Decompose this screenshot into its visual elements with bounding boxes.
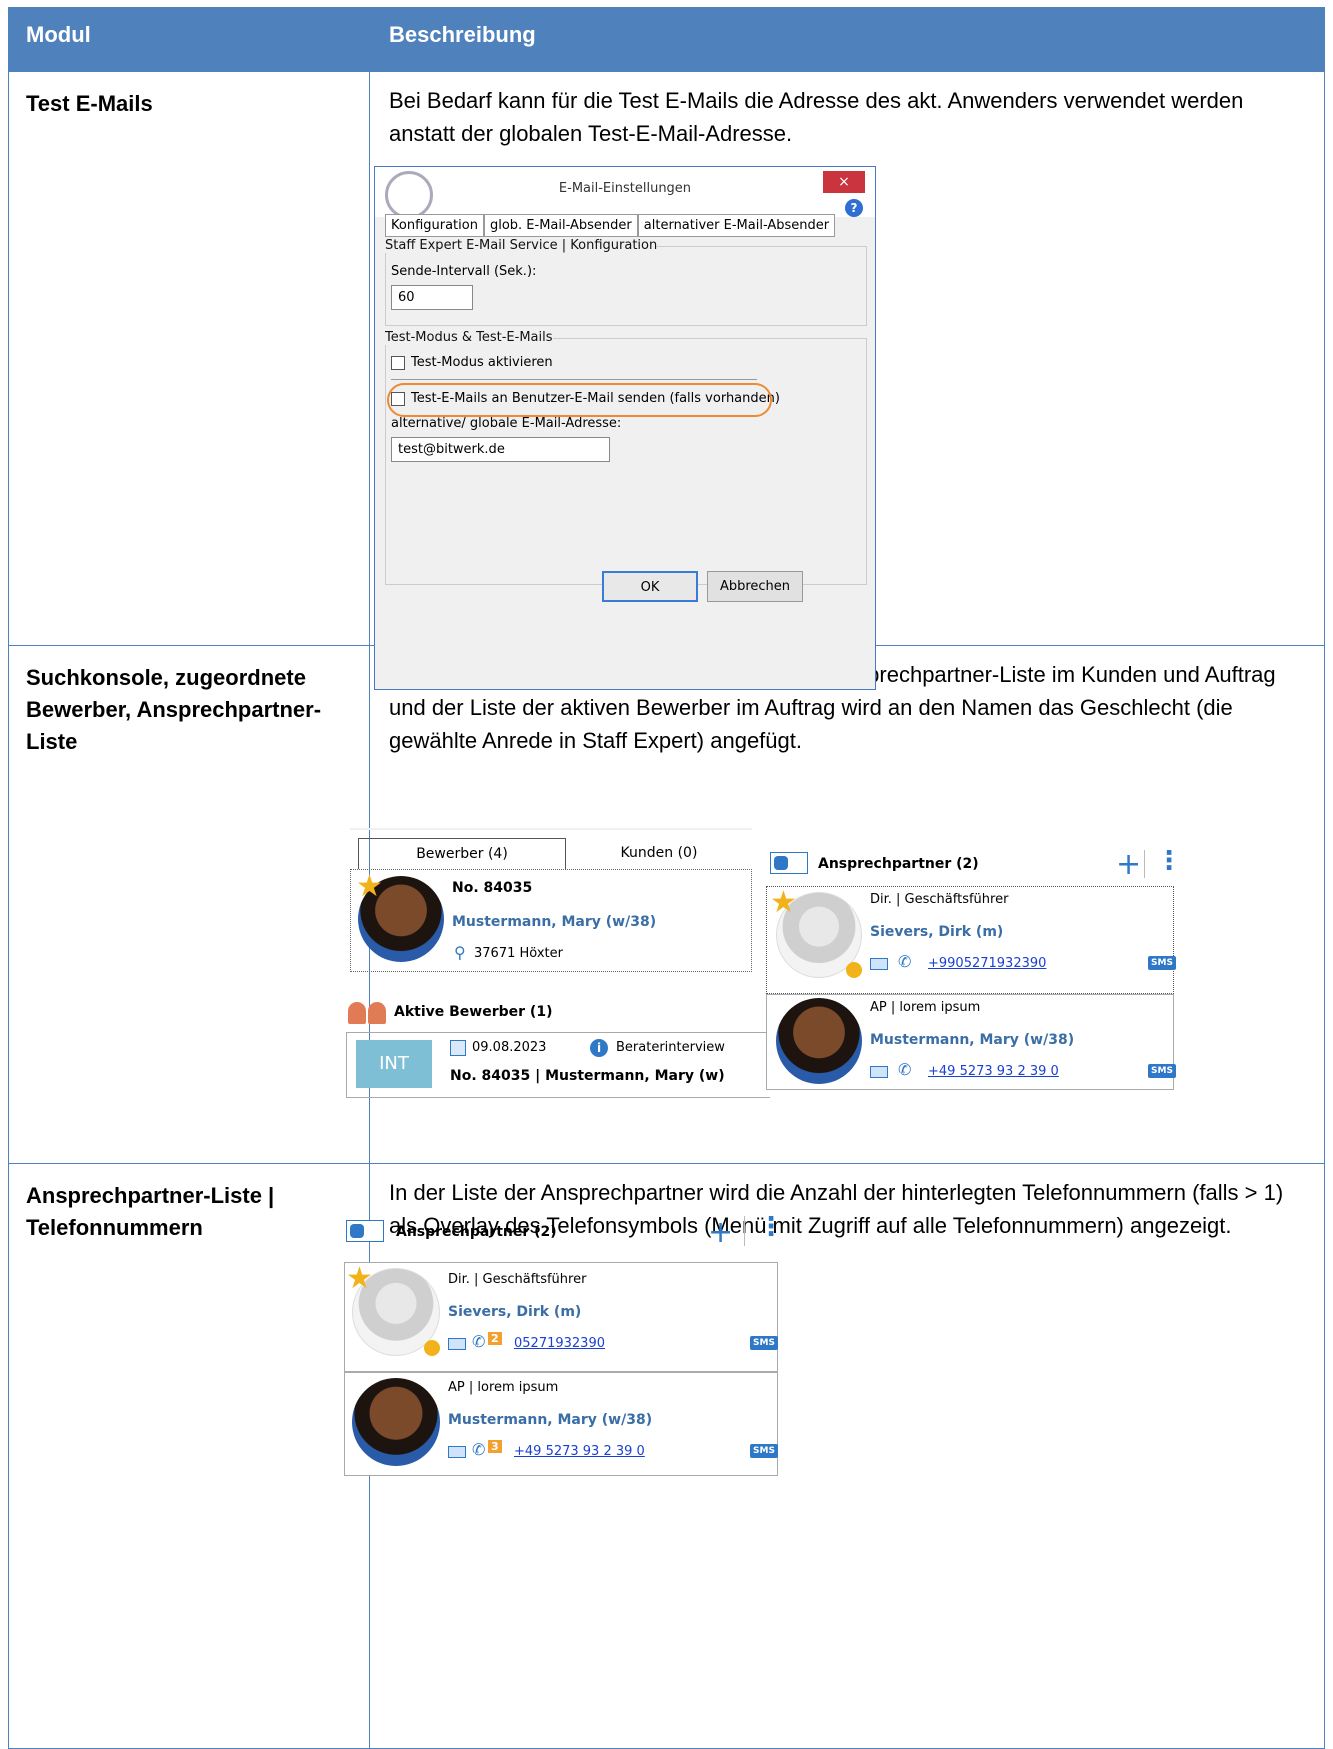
int-badge: INT <box>356 1040 432 1088</box>
test-mode-checkbox[interactable]: Test-Modus aktivieren <box>391 355 553 370</box>
email-icon[interactable] <box>448 1446 466 1458</box>
contact-card-icon <box>346 1220 384 1242</box>
interview-type: Beraterinterview <box>616 1040 725 1055</box>
phone-icon[interactable]: ✆ <box>898 1060 911 1079</box>
contacts-panel: Ansprechpartner (2) + ⋮ ★ Dir. | Geschäf… <box>766 846 1182 1118</box>
address-label: alternative/ globale E-Mail-Adresse: <box>391 416 622 431</box>
contact-role: Dir. | Geschäftsführer <box>870 892 1009 907</box>
module-cell: Suchkonsole, zugeordnete Bewerber, Anspr… <box>9 646 370 1163</box>
contact-name[interactable]: Mustermann, Mary (w/38) <box>870 1032 1074 1048</box>
test-group-label: Test-Modus & Test-E-Mails <box>385 330 553 345</box>
dialog-titlebar: E-Mail-Einstellungen × ? <box>375 167 875 219</box>
close-button[interactable]: × <box>823 171 865 193</box>
star-icon: ★ <box>346 1261 373 1296</box>
table-header: Modul Beschreibung <box>9 8 1324 71</box>
phone-icon[interactable]: ✆ <box>472 1332 485 1351</box>
contact-phone-link[interactable]: 05271932390 <box>514 1336 605 1351</box>
calendar-icon <box>450 1040 466 1056</box>
people-icon <box>348 1002 366 1024</box>
interview-date: 09.08.2023 <box>472 1040 547 1055</box>
phone-count-badge: 3 <box>488 1440 502 1453</box>
email-icon[interactable] <box>870 1066 888 1078</box>
interval-input[interactable]: 60 <box>391 285 473 310</box>
email-icon[interactable] <box>870 958 888 970</box>
user-email-checkbox[interactable]: Test-E-Mails an Benutzer-E-Mail senden (… <box>387 383 780 417</box>
applicant-name[interactable]: Mustermann, Mary (w/38) <box>452 914 656 930</box>
location-icon: ⚲ <box>454 943 466 962</box>
config-group-label: Staff Expert E-Mail Service | Konfigurat… <box>385 238 658 253</box>
tab-glob-absender[interactable]: glob. E-Mail-Absender <box>483 214 638 237</box>
contact-role: AP | lorem ipsum <box>448 1380 559 1395</box>
search-console: Bewerber (4) Kunden (0) ★ No. 84035 Must… <box>350 828 752 973</box>
award-icon <box>424 1340 440 1356</box>
contact-phone-link[interactable]: +49 5273 93 2 39 0 <box>928 1064 1059 1079</box>
contact-photo <box>776 998 862 1084</box>
email-settings-dialog: E-Mail-Einstellungen × ? Konfiguration g… <box>374 166 876 690</box>
add-contact-button[interactable]: + <box>1116 850 1141 880</box>
star-icon: ★ <box>770 885 797 920</box>
more-menu-button[interactable]: ⋮ <box>1156 848 1182 874</box>
star-icon: ★ <box>356 869 383 904</box>
help-icon[interactable]: ? <box>845 199 863 217</box>
contact-name[interactable]: Mustermann, Mary (w/38) <box>448 1412 652 1428</box>
divider <box>1144 850 1145 878</box>
tab-konfiguration[interactable]: Konfiguration <box>385 214 484 237</box>
contact-card-icon <box>770 852 808 874</box>
contact-role: Dir. | Geschäftsführer <box>448 1272 587 1287</box>
contacts-title: Ansprechpartner (2) <box>818 856 979 872</box>
contact-phone-link[interactable]: +9905271932390 <box>928 956 1046 971</box>
checkbox-label: Test-Modus aktivieren <box>411 355 553 370</box>
contact-phone-link[interactable]: +49 5273 93 2 39 0 <box>514 1444 645 1459</box>
divider <box>391 379 757 380</box>
more-menu-button[interactable]: ⋮ <box>758 1214 784 1240</box>
interval-label: Sende-Intervall (Sek.): <box>391 264 537 279</box>
tab-alt-absender[interactable]: alternativer E-Mail-Absender <box>637 214 836 237</box>
add-contact-button[interactable]: + <box>708 1218 733 1248</box>
sms-button[interactable]: SMS <box>1148 956 1176 970</box>
people-icon-part <box>368 1002 386 1024</box>
contacts-title: Ansprechpartner (2) <box>396 1224 557 1240</box>
sms-button[interactable]: SMS <box>750 1444 778 1458</box>
phone-icon[interactable]: ✆ <box>472 1440 485 1459</box>
contact-role: AP | lorem ipsum <box>870 1000 981 1015</box>
module-cell: Test E-Mails <box>9 72 370 645</box>
checkbox-box[interactable] <box>391 355 405 370</box>
header-modul: Modul <box>26 22 91 47</box>
tab-bewerber[interactable]: Bewerber (4) <box>358 838 566 869</box>
email-icon[interactable] <box>448 1338 466 1350</box>
contact-name[interactable]: Sievers, Dirk (m) <box>448 1304 581 1320</box>
phone-icon[interactable]: ✆ <box>898 952 911 971</box>
active-line: No. 84035 | Mustermann, Mary (w) <box>450 1068 725 1084</box>
active-title: Aktive Bewerber (1) <box>394 1004 553 1020</box>
contacts-panel-phones: Ansprechpartner (2) + ⋮ ★ Dir. | Geschäf… <box>344 1212 784 1512</box>
highlight-outline <box>387 383 772 417</box>
address-input[interactable]: test@bitwerk.de <box>391 437 610 462</box>
dialog-tabs: Konfiguration glob. E-Mail-Absender alte… <box>385 214 836 237</box>
dialog-title: E-Mail-Einstellungen <box>558 181 692 196</box>
contact-name[interactable]: Sievers, Dirk (m) <box>870 924 1003 940</box>
description-text: Bei Bedarf kann für die Test E-Mails die… <box>389 88 1244 146</box>
applicant-number: No. 84035 <box>452 880 533 896</box>
award-icon <box>846 962 862 978</box>
cancel-button[interactable]: Abbrechen <box>707 571 803 602</box>
module-cell: Ansprechpartner-Liste | Telefonnummern <box>9 1164 370 1748</box>
sms-button[interactable]: SMS <box>750 1336 778 1350</box>
phone-count-badge: 2 <box>488 1332 502 1345</box>
sms-button[interactable]: SMS <box>1148 1064 1176 1078</box>
tab-kunden[interactable]: Kunden (0) <box>566 838 752 869</box>
header-beschreibung: Beschreibung <box>389 22 536 47</box>
applicant-location: 37671 Höxter <box>474 946 563 961</box>
contact-photo <box>352 1378 440 1466</box>
active-applicants: Aktive Bewerber (1) INT 09.08.2023 i Ber… <box>346 994 770 1129</box>
ok-button[interactable]: OK <box>602 571 698 602</box>
divider <box>744 1216 745 1246</box>
info-icon: i <box>590 1039 608 1057</box>
